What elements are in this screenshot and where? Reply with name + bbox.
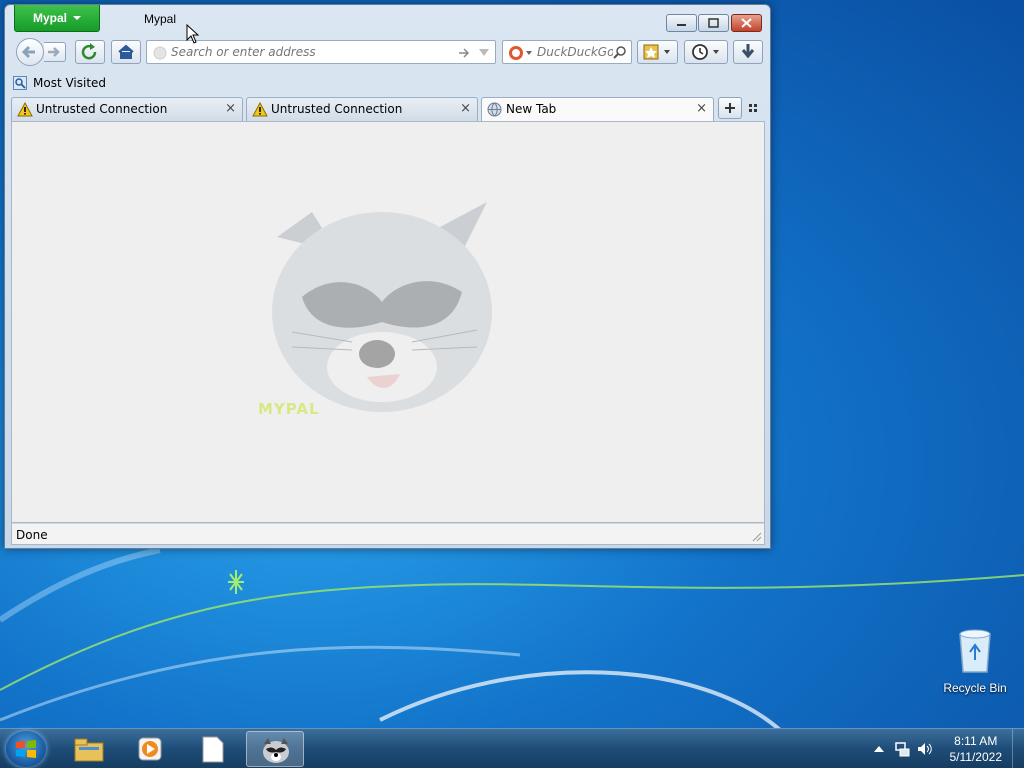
plus-icon	[725, 103, 735, 113]
tab-title: Untrusted Connection	[271, 102, 403, 116]
taskbar-media-player-button[interactable]	[122, 731, 180, 767]
raccoon-logo-watermark	[272, 202, 492, 412]
reload-icon	[81, 43, 97, 60]
minimize-icon	[677, 24, 686, 26]
history-dropdown-icon[interactable]	[479, 49, 489, 57]
minimize-button[interactable]	[666, 14, 697, 32]
start-button[interactable]	[6, 731, 46, 767]
forward-button[interactable]	[44, 42, 66, 62]
page-content: MYPAL	[11, 121, 765, 523]
close-button[interactable]	[731, 14, 762, 32]
back-button[interactable]	[16, 38, 44, 66]
go-arrow-icon[interactable]	[457, 46, 471, 60]
most-visited-icon	[13, 76, 27, 90]
windows-logo-icon	[16, 740, 36, 758]
clock-time: 8:11 AM	[954, 734, 998, 748]
tab-close-icon[interactable]: ×	[460, 101, 471, 116]
media-player-icon	[138, 737, 162, 761]
recycle-bin-label: Recycle Bin	[943, 681, 1007, 695]
system-tray: 8:11 AM 5/11/2022	[864, 729, 1024, 768]
warning-icon	[252, 102, 268, 117]
resize-grip-icon[interactable]	[750, 530, 762, 542]
warning-icon	[17, 102, 33, 117]
tab-title: Untrusted Connection	[36, 102, 168, 116]
download-arrow-icon	[741, 44, 755, 59]
close-icon	[741, 18, 752, 28]
status-bar: Done	[11, 523, 765, 545]
tab-strip: Untrusted Connection × Untrusted Connect…	[11, 97, 767, 122]
home-icon	[118, 44, 134, 59]
network-icon[interactable]	[894, 741, 910, 757]
recycle-bin-shortcut[interactable]: Recycle Bin	[940, 628, 1010, 695]
clock-date: 5/11/2022	[949, 750, 1003, 764]
taskbar-mypal-button[interactable]	[246, 731, 304, 767]
restore-icon	[708, 18, 719, 28]
volume-icon[interactable]	[916, 741, 932, 757]
back-arrow-icon	[21, 45, 35, 59]
status-text: Done	[16, 528, 48, 542]
address-input[interactable]	[171, 45, 451, 59]
tab-untrusted-connection-2[interactable]: Untrusted Connection ×	[246, 97, 478, 121]
mouse-cursor-icon	[186, 24, 200, 44]
bookmarks-menu-button[interactable]	[637, 40, 678, 64]
blank-document-icon	[202, 736, 224, 763]
site-identity-icon	[153, 46, 167, 60]
show-hidden-icons-icon[interactable]	[874, 745, 884, 753]
mypal-watermark-text: MYPAL	[258, 400, 320, 418]
duckduckgo-engine-icon[interactable]	[507, 44, 533, 62]
reload-button[interactable]	[75, 40, 105, 64]
app-menu-button[interactable]: Mypal	[14, 5, 100, 32]
restore-button[interactable]	[698, 14, 729, 32]
most-visited-folder[interactable]: Most Visited	[13, 76, 106, 90]
dropdown-arrow-icon	[73, 16, 81, 20]
show-desktop-button[interactable]	[1012, 729, 1024, 768]
search-icon[interactable]	[613, 45, 627, 59]
taskbar-document-button[interactable]	[184, 731, 242, 767]
most-visited-label: Most Visited	[33, 76, 107, 90]
forward-arrow-icon	[48, 47, 60, 57]
app-menu-label: Mypal	[32, 11, 67, 25]
taskbar-explorer-button[interactable]	[60, 731, 118, 767]
search-input[interactable]	[537, 45, 613, 59]
file-explorer-icon	[74, 738, 104, 762]
navigation-toolbar	[13, 38, 763, 66]
tab-close-icon[interactable]: ×	[225, 101, 236, 116]
tab-close-icon[interactable]: ×	[696, 101, 707, 116]
mypal-raccoon-icon	[263, 738, 289, 763]
bookmark-star-icon	[643, 44, 670, 60]
desktop: Recycle Bin Mypal Mypal Search or enter …	[0, 0, 1024, 768]
new-tab-button[interactable]	[718, 97, 742, 119]
tab-new-tab[interactable]: New Tab ×	[481, 97, 714, 122]
bookmarks-toolbar: Most Visited	[13, 73, 106, 93]
tab-title: New Tab	[506, 102, 557, 116]
browser-window: Mypal Mypal Search or enter address Duck…	[4, 4, 771, 549]
globe-icon	[487, 102, 502, 117]
history-button[interactable]	[684, 40, 728, 64]
clock[interactable]: 8:11 AM 5/11/2022	[950, 733, 1003, 765]
downloads-button[interactable]	[733, 40, 763, 64]
search-bar[interactable]	[502, 40, 632, 64]
tab-untrusted-connection-1[interactable]: Untrusted Connection ×	[11, 97, 243, 121]
recycle-bin-icon	[959, 629, 991, 673]
window-title: Mypal	[144, 12, 177, 26]
tab-groups-button[interactable]	[747, 100, 761, 119]
taskbar: 8:11 AM 5/11/2022	[0, 728, 1024, 768]
home-button[interactable]	[111, 40, 141, 64]
grid-icon	[749, 104, 757, 112]
clock-icon	[692, 44, 719, 60]
